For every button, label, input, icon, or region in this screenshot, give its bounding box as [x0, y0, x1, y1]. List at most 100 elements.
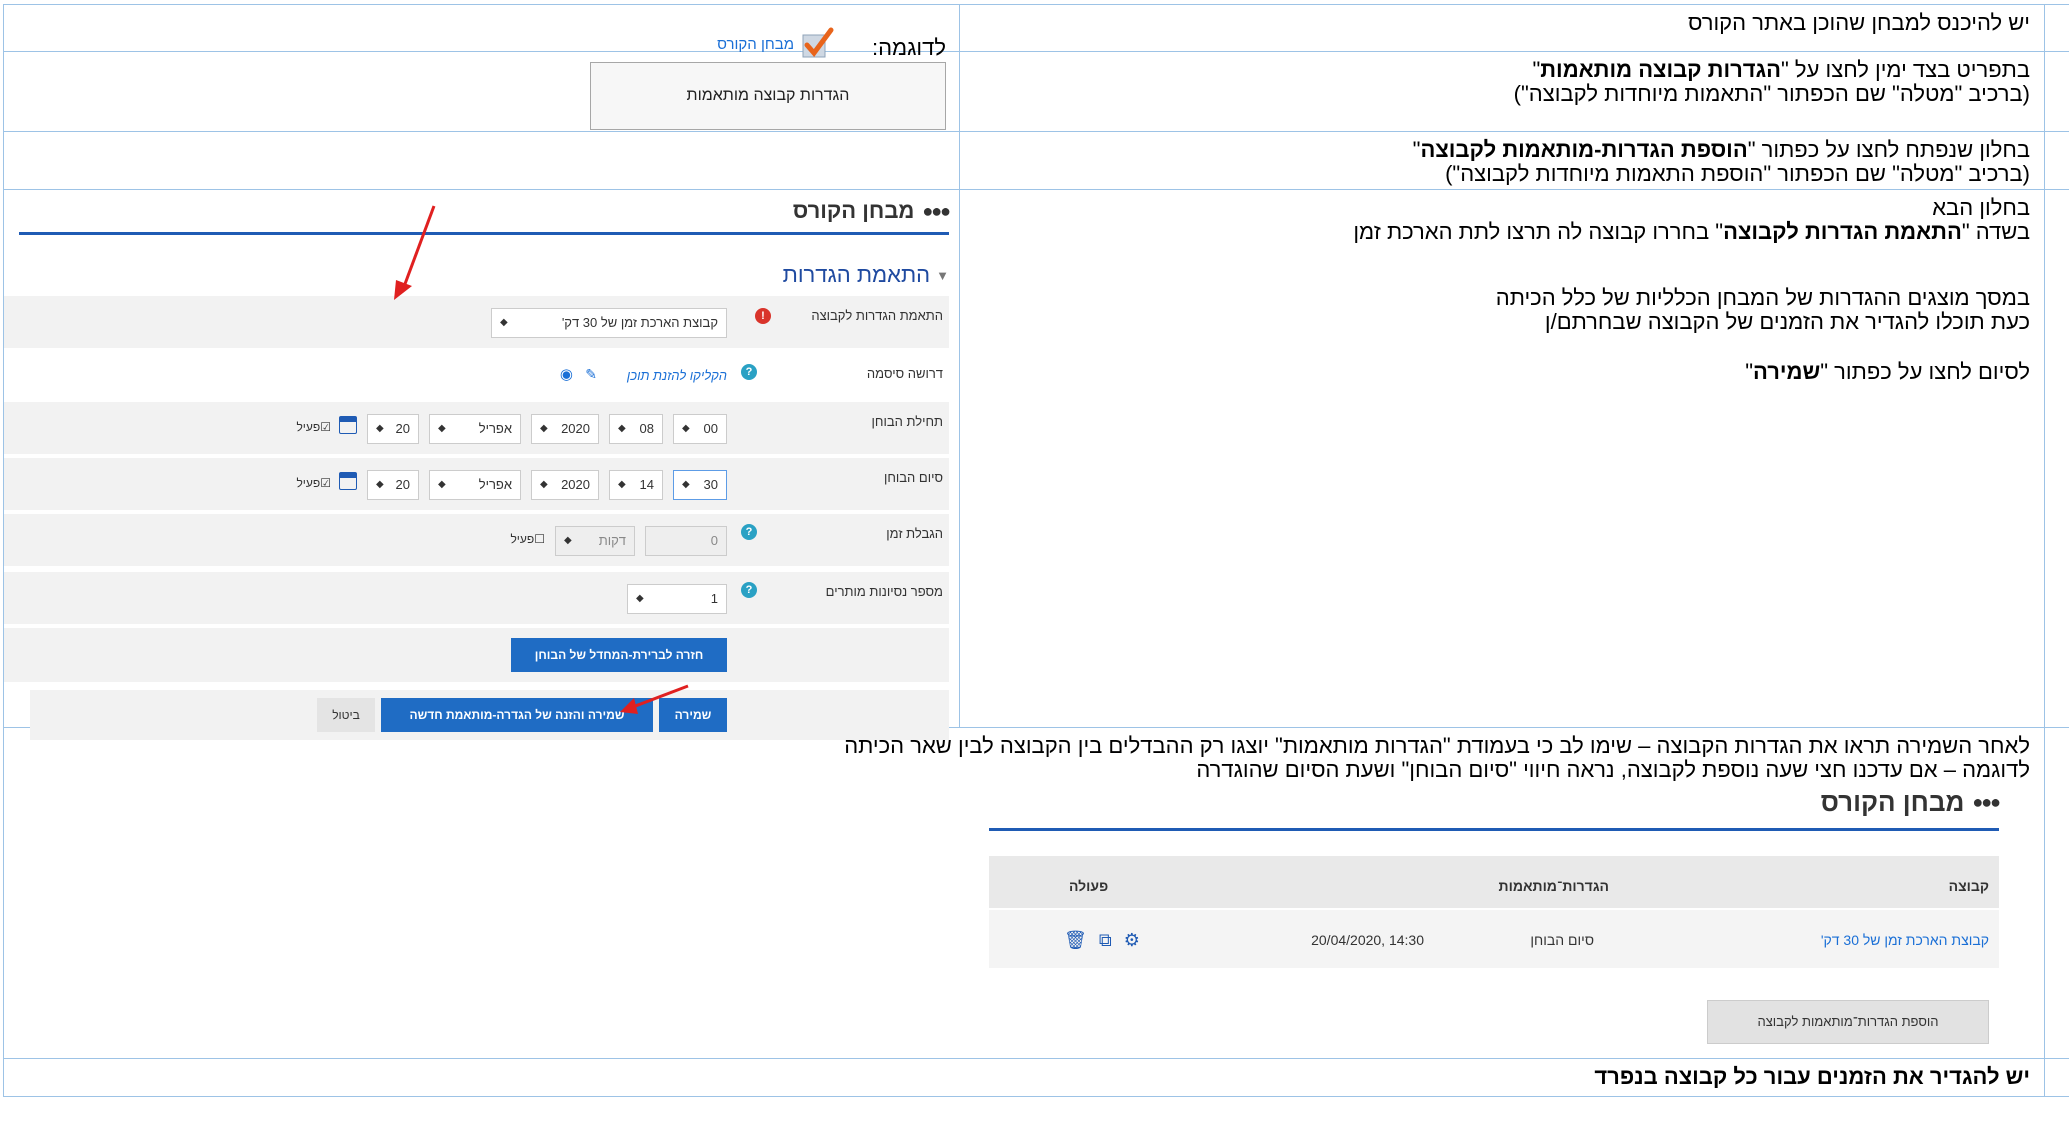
form-title: מבחן הקורס [793, 198, 914, 224]
row-group-link[interactable]: קבוצת הארכת זמן של 30 דק' [1821, 928, 1989, 952]
instruction-line: (ברכיב "מטלה" שם הכפתור "התאמות מיוחדות … [970, 82, 2030, 106]
instruction-line: בתפריט בצד ימין לחצו על "הגדרות קבוצה מו… [970, 58, 2030, 82]
timelimit-label: הגבלת זמן [886, 526, 943, 541]
row-value: 20/04/2020, 14:30 [1311, 928, 1424, 952]
row-actions: ⚙ ⧉ 🗑 [1064, 928, 1140, 952]
instruction-cell: בחלון שנפתח לחצו על כפתור "הוספת הגדרות-… [960, 132, 2045, 190]
section-header[interactable]: ▼ התאמת הגדרות [783, 262, 949, 288]
overview-header: ●●● מבחן הקורס [1821, 790, 1999, 814]
expand-triangle-icon: ▼ [936, 268, 949, 283]
revert-defaults-button[interactable]: חזרה לברירת-המחדל של הבוחן [511, 638, 727, 672]
instruction-text: יש להיכנס למבחן שהוכן באתר הקורס [1688, 10, 2030, 35]
bold-fragment: הוספת הגדרות-מותאמות לקבוצה [1420, 137, 1747, 162]
help-icon[interactable]: ? [741, 524, 757, 540]
calendar-icon[interactable] [339, 472, 357, 490]
open-day-select[interactable]: 20◆ [367, 414, 419, 444]
table-row: לאחר השמירה תראו את הגדרות הקבוצה – שימו… [4, 728, 2069, 1059]
timelimit-unit-select[interactable]: דקות◆ [555, 526, 635, 556]
step-number: 2. [2045, 52, 2069, 132]
add-group-override-button[interactable]: הוספת הגדרות־מותאמות לקבוצה [1707, 1000, 1989, 1044]
pointer-arrow-icon [384, 204, 444, 304]
close-month-select[interactable]: אפריל◆ [429, 470, 521, 500]
timelimit-input[interactable]: 0 [645, 526, 727, 556]
pencil-icon[interactable]: ✎ [585, 366, 597, 383]
open-minute-select[interactable]: 00◆ [673, 414, 727, 444]
open-month-value: אפריל [479, 414, 512, 444]
result-line: לאחר השמירה תראו את הגדרות הקבוצה – שימו… [14, 734, 2030, 758]
copy-icon[interactable]: ⧉ [1099, 928, 1112, 952]
table-row: לדוגמה: מבחן הקורס יש להיכנס למבחן שהוכן… [4, 5, 2069, 52]
step-number: 4. [2045, 190, 2069, 728]
form-row-group: התאמת הגדרות לקבוצה ! קבוצת הארכת זמן של… [4, 296, 949, 348]
form-row-timelimit: הגבלת זמן ? 0 דקות◆ ☐פעיל [4, 514, 949, 566]
attempts-value: 1 [711, 584, 718, 614]
open-year-select[interactable]: 2020◆ [531, 414, 599, 444]
open-minute-value: 00 [704, 414, 718, 444]
group-label-text: התאמת הגדרות לקבוצה [811, 308, 943, 323]
close-hour-value: 14 [640, 470, 654, 500]
text-fragment: לסיום לחצו על כפתור " [1820, 359, 2030, 384]
form-row-password: דרושה סיסמה ? הקליקו להזנת תוכן ✎ ◉ [4, 354, 949, 398]
updown-icon: ◆ [376, 414, 384, 444]
text-fragment: בחלון שנפתח לחצו על כפתור " [1748, 137, 2030, 162]
open-enable-checkbox[interactable]: ☑פעיל [296, 420, 331, 434]
close-hour-select[interactable]: 14◆ [609, 470, 663, 500]
example-cell: לדוגמה: מבחן הקורס [4, 5, 960, 52]
close-enable-checkbox[interactable]: ☑פעיל [296, 476, 331, 490]
timelimit-value: 0 [711, 526, 718, 556]
table-row: ●●● מבחן הקורס ▼ התאמת הגדרות התאמת הגדר… [4, 190, 2069, 728]
header-rule [19, 232, 949, 235]
enable-text: פעיל [510, 532, 534, 546]
form-row-attempts: מספר נסיונות מותרים ? 1◆ [4, 572, 949, 624]
instruction-line: כעת תוכלו להגדיר את הזמנים של הקבוצה שבח… [970, 310, 2030, 334]
result-cell: לאחר השמירה תראו את הגדרות הקבוצה – שימו… [4, 728, 2045, 1059]
required-icon: ! [755, 308, 771, 324]
help-icon[interactable]: ? [741, 582, 757, 598]
close-minute-value: 30 [704, 470, 718, 500]
updown-icon: ◆ [618, 414, 626, 444]
eye-icon[interactable]: ◉ [560, 365, 573, 383]
note-cell: יש להגדיר את הזמנים עבור כל קבוצה בנפרד [4, 1059, 2045, 1097]
table-row: קבוצת הארכת זמן של 30 דק' סיום הבוחן 20/… [989, 910, 1999, 968]
form-row-open: תחילת הבוחן 00◆ 08◆ 2020◆ אפריל◆ 20◆ ☑פע… [4, 402, 949, 454]
bold-fragment: הגדרות קבוצה מותאמות [1540, 57, 1781, 82]
instruction-line: לסיום לחצו על כפתור "שמירה" [970, 360, 2030, 384]
help-icon[interactable]: ? [741, 364, 757, 380]
instruction-cell: בחלון הבא בשדה "התאמת הגדרות לקבוצה" בחר… [960, 190, 2045, 728]
pointer-arrow-icon [616, 682, 696, 722]
updown-icon: ◆ [540, 414, 548, 444]
menu-dots-icon[interactable]: ●●● [922, 201, 949, 222]
close-year-select[interactable]: 2020◆ [531, 470, 599, 500]
step-number [2045, 1059, 2069, 1097]
menu-dots-icon[interactable]: ●●● [1972, 790, 1999, 814]
group-overrides-button[interactable]: הגדרות קבוצה מותאמות [590, 62, 946, 130]
close-day-select[interactable]: 20◆ [367, 470, 419, 500]
close-minute-select[interactable]: 30 ◆ [673, 470, 727, 500]
password-entry-link[interactable]: הקליקו להזנת תוכן [627, 368, 727, 383]
updown-icon: ◆ [682, 470, 690, 500]
attempts-select[interactable]: 1◆ [627, 584, 727, 614]
enable-text: פעיל [296, 476, 320, 490]
section-title: התאמת הגדרות [783, 262, 931, 288]
quiz-link-text[interactable]: מבחן הקורס [717, 36, 794, 53]
form-header: ●●● מבחן הקורס [793, 198, 949, 224]
group-select[interactable]: קבוצת הארכת זמן של 30 דק' ◆ [491, 308, 727, 338]
table-row: בחלון שנפתח לחצו על כפתור "הוספת הגדרות-… [4, 132, 2069, 190]
example-cell [4, 132, 960, 190]
example-cell: ●●● מבחן הקורס ▼ התאמת הגדרות התאמת הגדר… [4, 190, 960, 728]
settings-icon[interactable]: ⚙ [1124, 928, 1140, 952]
bold-fragment: שמירה [1753, 359, 1820, 384]
open-label: תחילת הבוחן [872, 414, 943, 429]
updown-icon: ◆ [500, 308, 508, 338]
close-month-value: אפריל [479, 470, 512, 500]
bold-fragment: התאמת הגדרות לקבוצה [1723, 219, 1962, 244]
updown-icon: ◆ [438, 414, 446, 444]
timelimit-enable-checkbox[interactable]: ☐פעיל [510, 532, 545, 546]
open-hour-select[interactable]: 08◆ [609, 414, 663, 444]
delete-icon[interactable]: 🗑 [1064, 928, 1087, 952]
calendar-icon[interactable] [339, 416, 357, 434]
instruction-line: (ברכיב "מטלה" שם הכפתור "הוספת התאמות מי… [970, 162, 2030, 186]
table-row: הגדרות קבוצה מותאמות בתפריט בצד ימין לחצ… [4, 52, 2069, 132]
open-month-select[interactable]: אפריל ◆ [429, 414, 521, 444]
col-group: קבוצה [1949, 874, 1989, 898]
